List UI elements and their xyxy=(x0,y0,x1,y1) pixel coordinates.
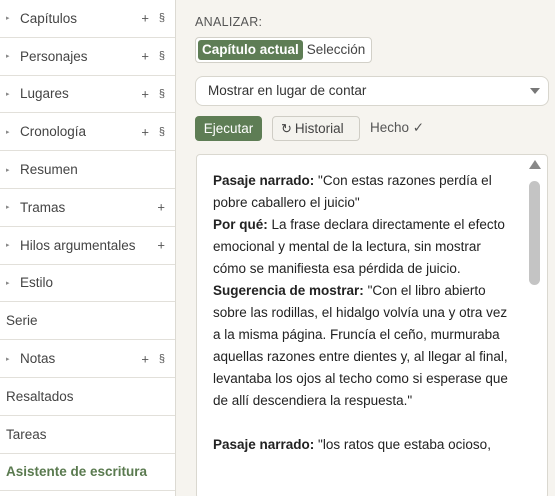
sidebar-item-resaltados[interactable]: Resaltados xyxy=(0,378,175,416)
scrollbar-thumb[interactable] xyxy=(529,181,540,285)
expand-caret-icon[interactable]: ▸ xyxy=(6,128,20,136)
expand-caret-icon[interactable]: ▸ xyxy=(6,355,20,363)
item-text: "los ratos que estaba ocioso, xyxy=(314,437,491,452)
sidebar-item-label: Tramas xyxy=(20,199,66,215)
sidebar-item-label: Capítulos xyxy=(20,10,78,26)
sidebar-item-notas[interactable]: ▸ Notas + § xyxy=(0,340,175,378)
analysis-item: Pasaje narrado: "Con estas razones perdí… xyxy=(213,170,513,412)
writing-assistant-panel: ANALIZAR: Capítulo actual Selección Most… xyxy=(177,0,555,496)
expand-caret-icon[interactable]: ▸ xyxy=(6,14,20,22)
sidebar-item-capitulos[interactable]: ▸ Capítulos + § xyxy=(0,0,175,38)
section-icon[interactable]: § xyxy=(159,353,165,365)
history-icon: ↻ xyxy=(281,121,292,136)
scope-current-chapter[interactable]: Capítulo actual xyxy=(198,40,303,60)
scope-toggle: Capítulo actual Selección xyxy=(195,37,373,63)
sidebar-item-label: Tareas xyxy=(6,426,47,442)
add-icon[interactable]: + xyxy=(141,86,149,101)
analysis-text: Pasaje narrado: "Con estas razones perdí… xyxy=(213,170,513,478)
add-icon[interactable]: + xyxy=(157,200,165,215)
history-button[interactable]: ↻ Historial xyxy=(272,116,360,141)
sidebar-item-label: Notas xyxy=(20,351,56,367)
sidebar-item-label: Estilo xyxy=(20,275,54,291)
sidebar-item-label: Resumen xyxy=(20,162,78,178)
sidebar-item-hilos-argumentales[interactable]: ▸ Hilos argumentales + xyxy=(0,227,175,265)
sidebar-item-asistente[interactable]: Asistente de escritura xyxy=(0,454,175,492)
sidebar-item-tareas[interactable]: Tareas xyxy=(0,416,175,454)
expand-caret-icon[interactable]: ▸ xyxy=(6,203,20,211)
sidebar-item-tramas[interactable]: ▸ Tramas + xyxy=(0,189,175,227)
sidebar-item-serie[interactable]: Serie xyxy=(0,302,175,341)
history-label: Historial xyxy=(294,121,344,136)
expand-caret-icon[interactable]: ▸ xyxy=(6,241,20,249)
item-heading: Por qué: xyxy=(213,217,268,232)
add-icon[interactable]: + xyxy=(141,351,149,366)
item-heading: Pasaje narrado: xyxy=(213,437,315,452)
mode-select-value: Mostrar en lugar de contar xyxy=(208,83,367,98)
sidebar-item-estilo[interactable]: ▸ Estilo xyxy=(0,265,175,303)
chevron-down-icon xyxy=(530,88,540,94)
sidebar-item-label: Lugares xyxy=(20,86,69,102)
analysis-output[interactable]: Pasaje narrado: "Con estas razones perdí… xyxy=(196,154,548,496)
scope-selection[interactable]: Selección xyxy=(303,40,370,60)
section-icon[interactable]: § xyxy=(159,12,165,24)
expand-caret-icon[interactable]: ▸ xyxy=(6,166,20,174)
mode-select[interactable]: Mostrar en lugar de contar xyxy=(195,76,549,106)
add-icon[interactable]: + xyxy=(141,11,149,26)
sidebar-item-label: Hilos argumentales xyxy=(20,237,136,253)
sidebar-item-lugares[interactable]: ▸ Lugares + § xyxy=(0,76,175,114)
sidebar-item-label: Cronología xyxy=(20,124,87,140)
section-icon[interactable]: § xyxy=(159,88,165,100)
sidebar-item-resumen[interactable]: ▸ Resumen xyxy=(0,151,175,189)
sidebar-item-label: Resaltados xyxy=(6,388,74,404)
sidebar: ▸ Capítulos + § ▸ Personajes + § ▸ Lugar… xyxy=(0,0,176,496)
add-icon[interactable]: + xyxy=(157,238,165,253)
item-text: "Con el libro abierto sobre las rodillas… xyxy=(213,283,508,408)
scroll-up-arrow-icon[interactable] xyxy=(529,160,541,169)
sidebar-item-label: Asistente de escritura xyxy=(6,464,148,480)
add-icon[interactable]: + xyxy=(141,49,149,64)
expand-caret-icon[interactable]: ▸ xyxy=(6,90,20,98)
status-done: Hecho ✓ xyxy=(370,120,425,135)
item-heading: Sugerencia de mostrar: xyxy=(213,283,364,298)
sidebar-item-label: Personajes xyxy=(20,48,88,64)
analyze-label: ANALIZAR: xyxy=(195,15,263,29)
section-icon[interactable]: § xyxy=(159,50,165,62)
item-heading: Pasaje narrado: xyxy=(213,173,315,188)
run-button[interactable]: Ejecutar xyxy=(195,116,262,141)
sidebar-item-cronologia[interactable]: ▸ Cronología + § xyxy=(0,113,175,152)
expand-caret-icon[interactable]: ▸ xyxy=(6,52,20,60)
analysis-item: Pasaje narrado: "los ratos que estaba oc… xyxy=(213,434,513,456)
expand-caret-icon[interactable]: ▸ xyxy=(6,279,20,287)
section-icon[interactable]: § xyxy=(159,126,165,138)
add-icon[interactable]: + xyxy=(141,124,149,139)
sidebar-item-personajes[interactable]: ▸ Personajes + § xyxy=(0,38,175,76)
sidebar-item-label: Serie xyxy=(6,313,38,329)
